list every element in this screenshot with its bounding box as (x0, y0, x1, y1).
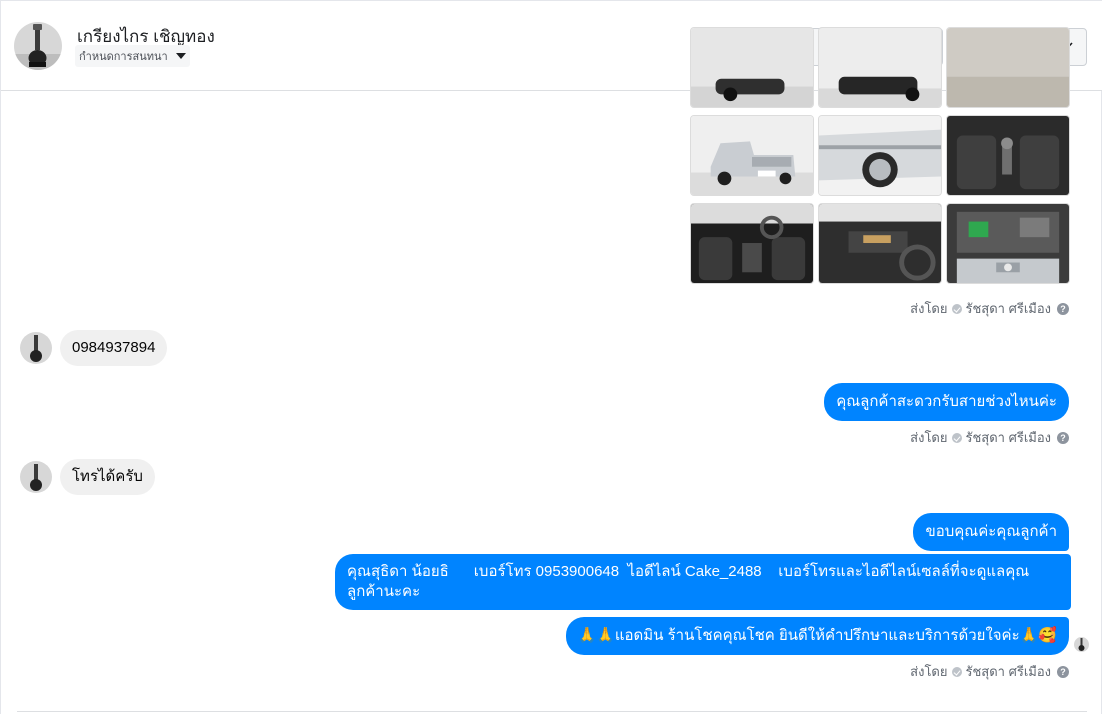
sent-by-meta: ส่งโดย รัชสุดา ศรีเมือง ? (910, 298, 1069, 319)
caret-down-icon (175, 53, 186, 59)
sent-by-prefix: ส่งโดย (910, 430, 948, 445)
set-conversation-dropdown[interactable]: กำหนดการสนทนา (75, 45, 190, 67)
sent-by-agent[interactable]: รัชสุดา ศรีเมือง (966, 661, 1052, 682)
verified-icon (951, 303, 962, 314)
photo-thumbnail[interactable] (946, 203, 1070, 284)
incoming-bubble: 0984937894 (60, 330, 168, 366)
contact-avatar[interactable] (14, 22, 62, 70)
sent-by-meta: ส่งโดย รัชสุดา ศรีเมือง ? (910, 427, 1069, 448)
outgoing-bubble: ขอบคุณค่ะคุณลูกค้า (913, 513, 1069, 551)
outgoing-text-line: ลูกค้านะคะ (347, 583, 421, 600)
incoming-bubble: โทรได้ครับ (60, 459, 155, 495)
verified-icon (951, 432, 962, 443)
outgoing-bubble-multiline: คุณสุธิดา น้อยธิ เบอร์โทร 0953900648 ไอด… (335, 554, 1071, 610)
photo-thumbnail[interactable] (690, 27, 814, 108)
verified-icon (951, 666, 962, 677)
sent-by-prefix: ส่งโดย (910, 301, 948, 316)
contact-avatar-small[interactable] (20, 332, 52, 364)
sent-by-agent[interactable]: รัชสุดา ศรีเมือง (966, 298, 1052, 319)
help-icon[interactable]: ? (1057, 665, 1069, 678)
photo-thumbnail[interactable] (818, 27, 942, 108)
photo-thumbnail[interactable] (818, 115, 942, 196)
sent-by-agent[interactable]: รัชสุดา ศรีเมือง (966, 427, 1052, 448)
outgoing-text-line: คุณสุธิดา น้อยธิ เบอร์โทร 0953900648 ไอด… (347, 563, 1030, 580)
photo-thumbnail[interactable] (818, 203, 942, 284)
incoming-message: โทรได้ครับ (20, 459, 155, 495)
incoming-message: 0984937894 (20, 330, 168, 366)
contact-avatar-small[interactable] (20, 461, 52, 493)
sent-by-meta: ส่งโดย รัชสุดา ศรีเมือง ? (910, 661, 1069, 682)
photo-thumbnail[interactable] (690, 203, 814, 284)
outgoing-bubble: คุณลูกค้าสะดวกรับสายช่วงไหนค่ะ (824, 383, 1069, 421)
set-conversation-label: กำหนดการสนทนา (79, 51, 168, 63)
conversation-panel: เกรียงไกร เชิญทอง กำหนดการสนทนา ส่งโดย ร… (0, 0, 1102, 714)
help-icon[interactable]: ? (1057, 431, 1069, 444)
help-icon[interactable]: ? (1057, 302, 1069, 315)
sent-by-prefix: ส่งโดย (910, 664, 948, 679)
photo-thumbnail[interactable] (946, 27, 1070, 108)
photo-thumbnail[interactable] (690, 115, 814, 196)
seen-avatar (1074, 637, 1089, 652)
photo-thumbnail[interactable] (946, 115, 1070, 196)
outgoing-bubble: 🙏🙏แอดมิน ร้านโชคคุณโชค ยินดีให้คำปรึกษาแ… (565, 617, 1069, 655)
